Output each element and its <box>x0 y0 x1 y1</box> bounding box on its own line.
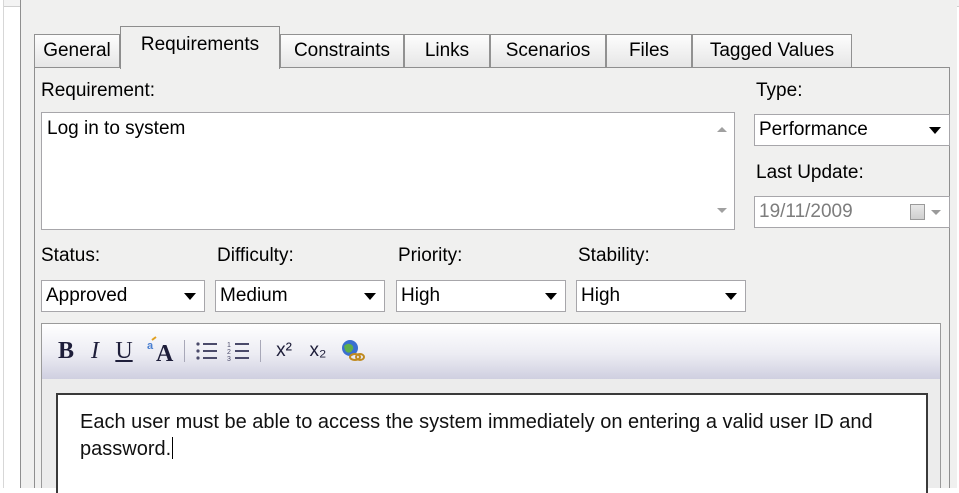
notes-text: Each user must be able to access the sys… <box>80 411 873 460</box>
stability-dropdown[interactable]: High <box>576 280 746 312</box>
svg-text:3: 3 <box>227 356 231 363</box>
requirement-textarea[interactable]: Log in to system <box>41 112 735 230</box>
notes-textbox[interactable]: Each user must be able to access the sys… <box>56 393 928 493</box>
subscript-button[interactable]: x₂ <box>304 334 332 368</box>
tab-general[interactable]: General <box>34 34 120 67</box>
dropdown-arrow-icon[interactable] <box>364 293 376 300</box>
scroll-up-icon[interactable] <box>717 127 727 132</box>
chevron-down-icon[interactable] <box>931 210 941 215</box>
hyperlink-button[interactable] <box>338 334 366 368</box>
difficulty-label: Difficulty: <box>217 245 294 266</box>
last-update-label: Last Update: <box>756 162 864 183</box>
window-left-edge <box>0 0 4 488</box>
numbered-list-icon: 1 2 3 <box>227 342 249 363</box>
italic-button[interactable]: I <box>84 334 106 368</box>
svg-text:a: a <box>147 340 154 352</box>
type-value: Performance <box>759 119 868 140</box>
font-color-icon: A a <box>147 335 174 367</box>
requirement-label: Requirement: <box>41 80 156 101</box>
type-label: Type: <box>756 80 803 101</box>
tab-links[interactable]: Links <box>404 34 490 67</box>
toolbar-separator <box>184 340 185 362</box>
tab-requirements[interactable]: Requirements <box>120 26 280 69</box>
tab-tagged-values[interactable]: Tagged Values <box>692 34 852 67</box>
priority-dropdown[interactable]: High <box>396 280 566 312</box>
calendar-icon <box>910 204 925 220</box>
stability-value: High <box>581 285 621 306</box>
superscript-button[interactable]: x² <box>270 334 298 368</box>
dropdown-arrow-icon[interactable] <box>929 127 941 134</box>
tab-scenarios[interactable]: Scenarios <box>490 34 606 67</box>
bold-button[interactable]: B <box>54 334 78 368</box>
scroll-down-icon[interactable] <box>717 208 727 213</box>
hyperlink-icon <box>342 339 365 361</box>
bullet-list-button[interactable] <box>194 334 220 368</box>
content-border-left <box>34 67 35 488</box>
font-color-button[interactable]: A a <box>146 334 176 368</box>
dropdown-arrow-icon[interactable] <box>184 293 196 300</box>
dropdown-arrow-icon[interactable] <box>725 293 737 300</box>
priority-label: Priority: <box>398 245 463 266</box>
requirement-value: Log in to system <box>47 118 186 139</box>
tab-files[interactable]: Files <box>606 34 692 67</box>
numbered-list-button[interactable]: 1 2 3 <box>226 334 252 368</box>
type-dropdown[interactable]: Performance <box>754 114 950 146</box>
tab-strip: General Requirements Constraints Links S… <box>34 26 934 69</box>
notes-text-container: Each user must be able to access the sys… <box>80 409 926 463</box>
notes-editor: B I U A a 1 2 3 x² x₂ Each user must be … <box>41 323 941 493</box>
text-caret <box>172 437 174 459</box>
properties-panel: General Requirements Constraints Links S… <box>20 0 957 493</box>
underline-button[interactable]: U <box>112 334 136 368</box>
svg-text:2: 2 <box>227 349 231 356</box>
status-label: Status: <box>41 245 101 266</box>
bullet-list-icon <box>196 342 217 360</box>
toolbar-separator <box>260 340 261 362</box>
last-update-value: 19/11/2009 <box>759 201 853 222</box>
requirement-scrollbar[interactable] <box>712 113 734 229</box>
difficulty-dropdown[interactable]: Medium <box>215 280 385 312</box>
last-update-datepicker[interactable]: 19/11/2009 <box>754 196 950 228</box>
difficulty-value: Medium <box>220 285 288 306</box>
formatting-toolbar: B I U A a 1 2 3 x² x₂ <box>42 324 940 379</box>
stability-label: Stability: <box>578 245 650 266</box>
status-dropdown[interactable]: Approved <box>41 280 205 312</box>
status-value: Approved <box>46 285 128 306</box>
svg-text:1: 1 <box>227 342 231 349</box>
dropdown-arrow-icon[interactable] <box>545 293 557 300</box>
tab-constraints[interactable]: Constraints <box>280 34 404 67</box>
priority-value: High <box>401 285 441 306</box>
svg-text:A: A <box>156 341 174 366</box>
